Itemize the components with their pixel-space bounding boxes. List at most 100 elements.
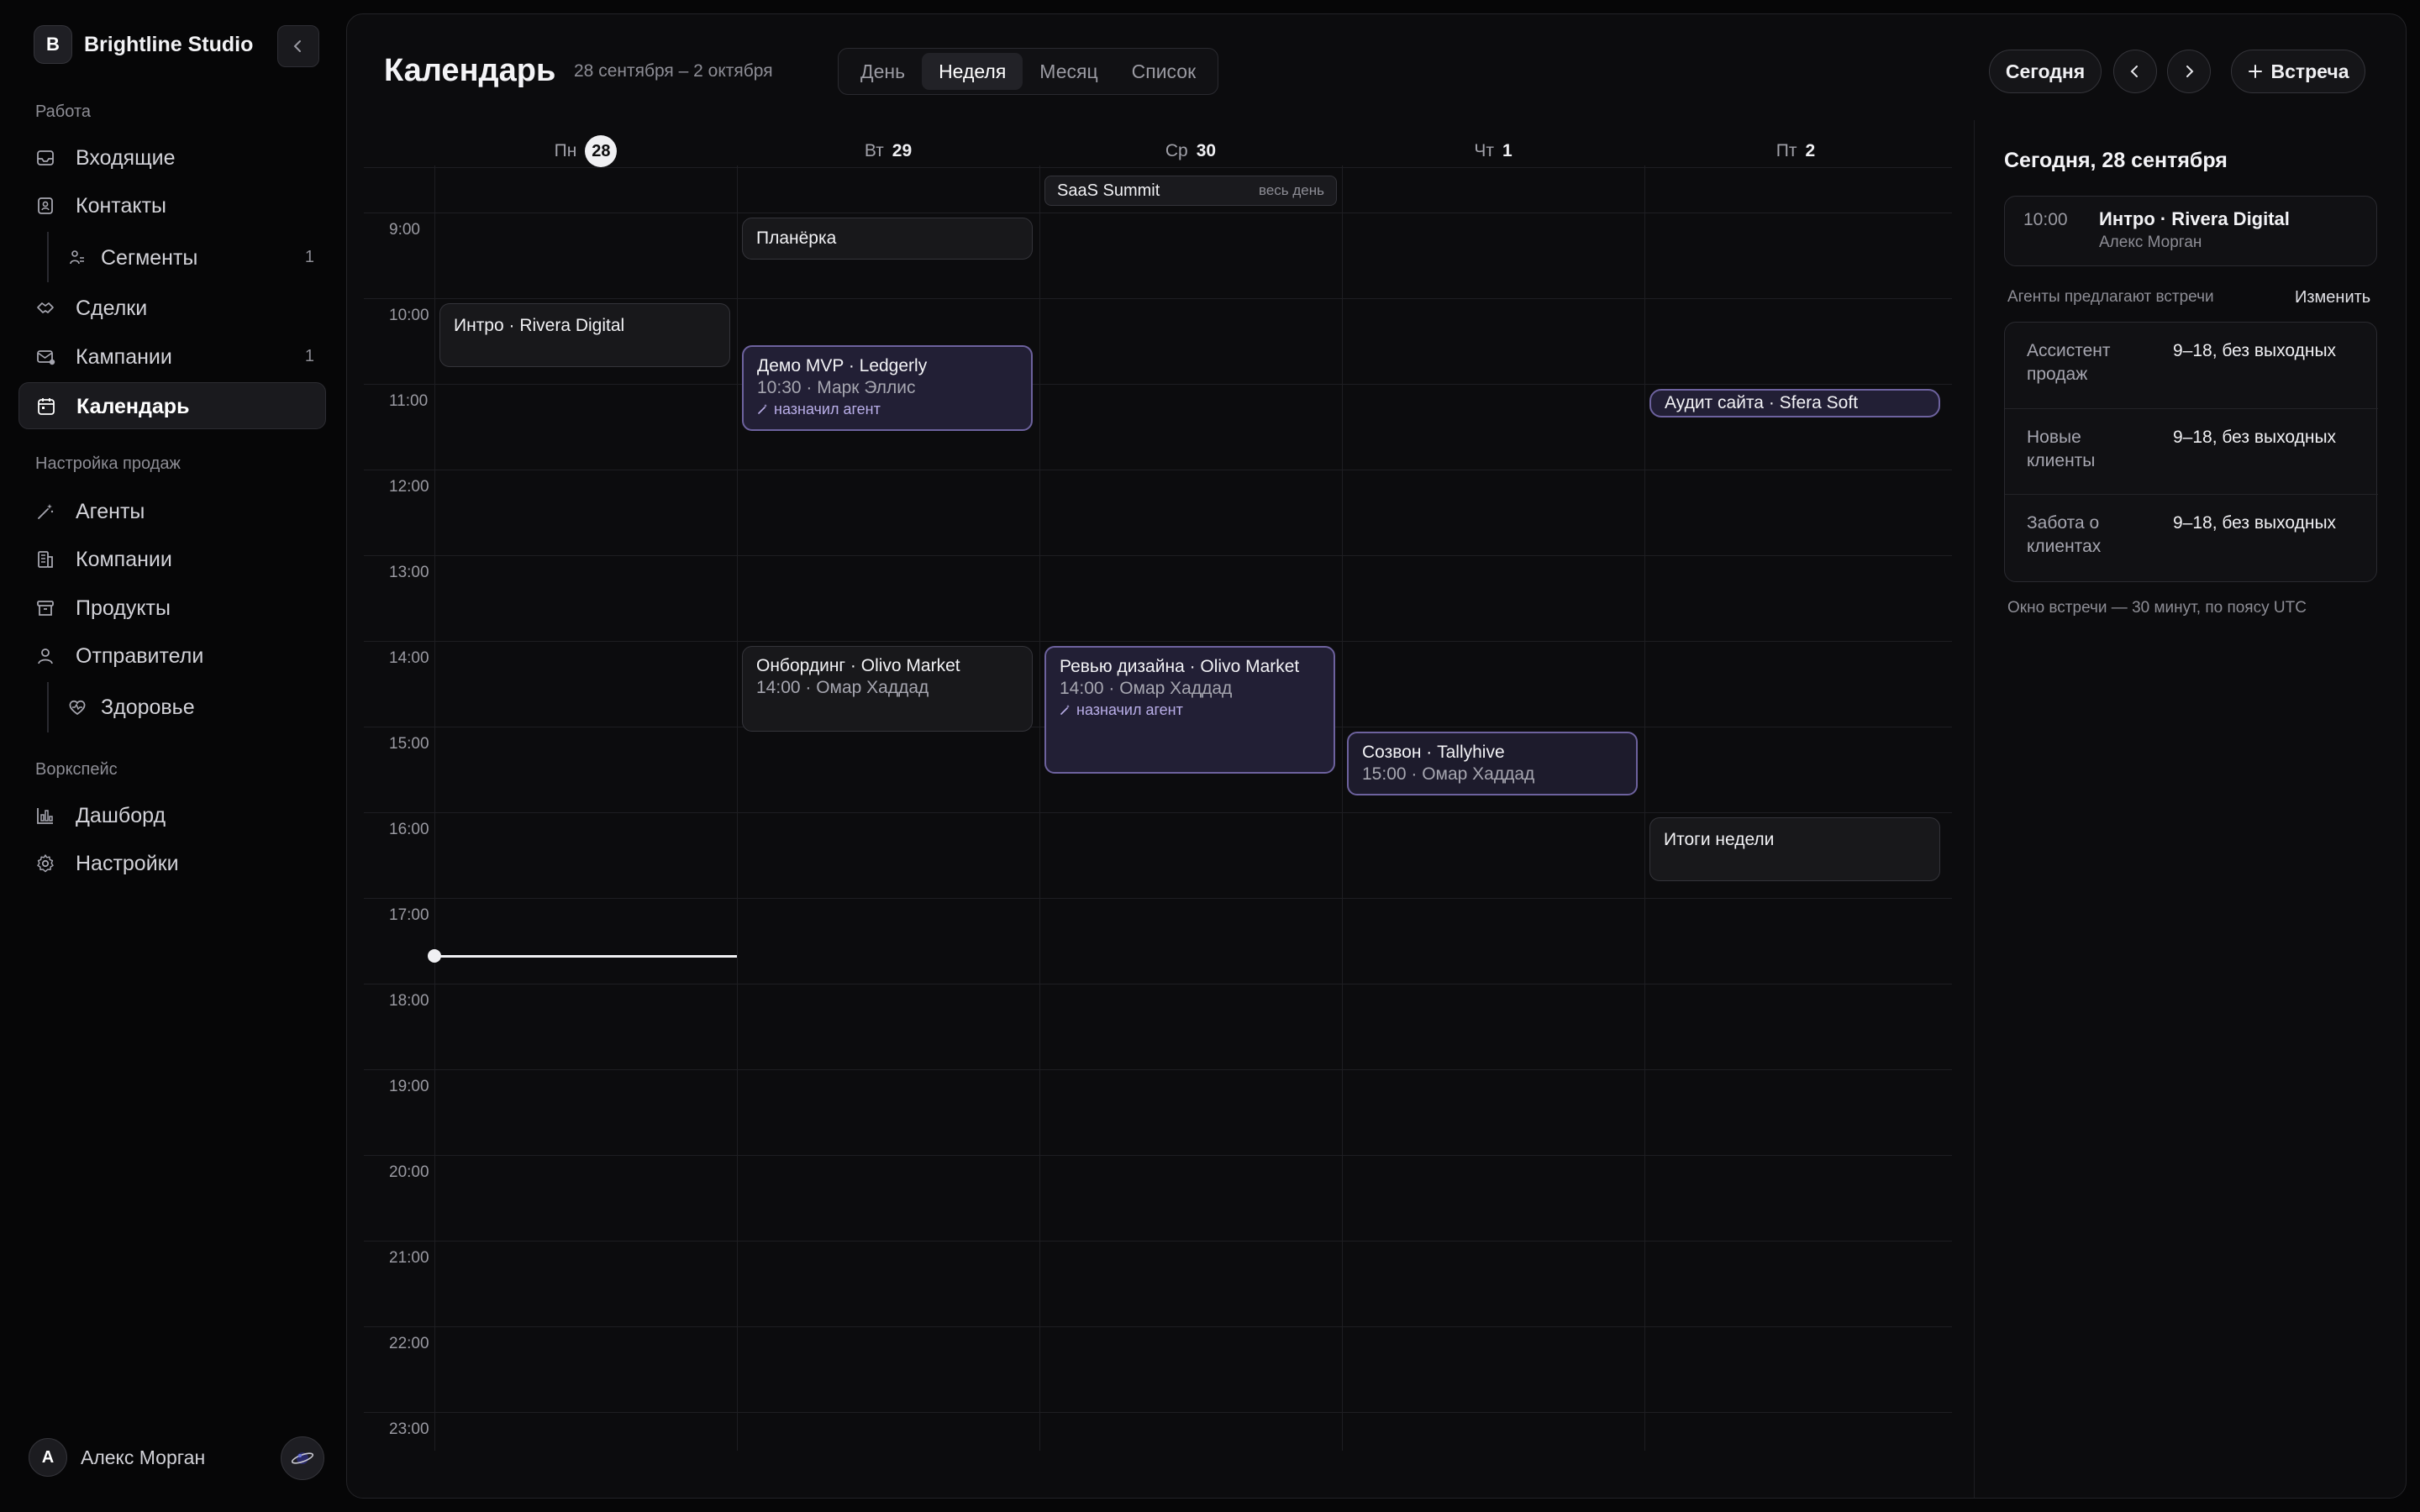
sidebar-item-agents[interactable]: Агенты xyxy=(18,488,326,535)
grid-line xyxy=(364,1326,1952,1327)
agent-badge: назначил агент xyxy=(757,399,1018,419)
grid-line xyxy=(364,298,1952,299)
agent-schedule-row[interactable]: Новые клиенты 9–18, без выходных xyxy=(2005,408,2378,494)
grid-column-line xyxy=(1039,165,1040,1451)
event-title: Интро · Rivera Digital xyxy=(454,316,625,335)
planet-icon xyxy=(291,1452,314,1464)
hour-label: 17:00 xyxy=(389,906,429,924)
sidebar-item-deals[interactable]: Сделки xyxy=(18,285,326,332)
sidebar-item-label: Отправители xyxy=(76,644,204,668)
heart-pulse-icon xyxy=(69,700,86,716)
day-name: Пт xyxy=(1776,141,1797,160)
sidebar-item-inbox[interactable]: Входящие xyxy=(18,134,326,181)
day-header-wed[interactable]: Ср 30 xyxy=(1039,137,1342,165)
sidebar: B Brightline Studio Работа Входящие Конт… xyxy=(0,0,345,1512)
event-pill-agent[interactable]: Аудит сайта · Sfera Soft xyxy=(1649,389,1940,417)
event-title: Ревью дизайна · Olivo Market xyxy=(1060,657,1300,676)
hour-label: 13:00 xyxy=(389,564,429,581)
user-profile[interactable]: A Алекс Морган xyxy=(29,1438,205,1477)
day-number: 30 xyxy=(1196,141,1217,160)
next-week-button[interactable] xyxy=(2167,50,2211,93)
hour-label: 20:00 xyxy=(389,1163,429,1181)
event-card-agent[interactable]: Демо MVP · Ledgerly 10:30 · Марк Эллис н… xyxy=(742,345,1033,431)
inbox-icon xyxy=(37,150,54,165)
sidebar-item-health[interactable]: Здоровье xyxy=(18,684,326,731)
event-card[interactable]: Интро · Rivera Digital xyxy=(439,303,730,367)
hour-label: 19:00 xyxy=(389,1078,429,1095)
new-meeting-button[interactable]: Встреча xyxy=(2231,50,2365,93)
grid-column-line xyxy=(737,165,738,1451)
tab-month[interactable]: Месяц xyxy=(1023,53,1114,90)
hour-label: 12:00 xyxy=(389,478,429,496)
segments-count-badge: 1 xyxy=(304,248,314,266)
day-header-thu[interactable]: Чт 1 xyxy=(1342,137,1644,165)
event-card-agent[interactable]: Созвон · Tallyhive 15:00 · Омар Хаддад xyxy=(1347,732,1638,795)
sidebar-item-segments[interactable]: Сегменты 1 xyxy=(18,234,326,281)
sidebar-item-calendar[interactable]: Календарь xyxy=(18,382,326,429)
collapse-sidebar-button[interactable] xyxy=(277,25,319,67)
grid-line xyxy=(364,812,1952,813)
day-header-tue[interactable]: Вт 29 xyxy=(737,137,1039,165)
sidebar-item-label: Сделки xyxy=(76,297,148,320)
sidebar-item-settings[interactable]: Настройки xyxy=(18,840,326,887)
hour-label: 22:00 xyxy=(389,1335,429,1352)
agent-schedule-row[interactable]: Ассистент продаж 9–18, без выходных xyxy=(2005,323,2378,408)
brand[interactable]: B Brightline Studio xyxy=(34,25,253,64)
hour-label: 11:00 xyxy=(389,392,429,410)
day-header-mon[interactable]: Пн 28 xyxy=(434,135,737,167)
sidebar-item-products[interactable]: Продукты xyxy=(18,585,326,632)
day-header-fri[interactable]: Пт 2 xyxy=(1644,137,1947,165)
tab-day[interactable]: День xyxy=(844,53,922,90)
gear-icon xyxy=(37,854,54,873)
agent-schedule-row[interactable]: Забота о клиентах 9–18, без выходных xyxy=(2005,494,2378,580)
chevron-left-icon xyxy=(293,40,301,52)
theme-toggle-button[interactable] xyxy=(281,1436,324,1480)
chevron-left-icon xyxy=(2130,66,2138,77)
agent-hours: 9–18, без выходных xyxy=(2173,513,2337,533)
day-number: 2 xyxy=(1805,141,1816,160)
week-grid: Пн 28 Вт 29 Ср 30 Чт 1 Пт 2 9:00 10:00 1… xyxy=(364,120,1952,1464)
event-subtitle: 15:00 · Омар Хаддад xyxy=(1362,764,1535,784)
agent-hours: 9–18, без выходных xyxy=(2173,341,2337,360)
grid-line xyxy=(364,898,1952,899)
event-title: Созвон · Tallyhive xyxy=(1362,743,1505,762)
hour-label: 10:00 xyxy=(389,307,429,324)
sidebar-item-label: Дашборд xyxy=(76,804,166,827)
sidebar-item-campaigns[interactable]: Кампании 1 xyxy=(18,333,326,381)
meeting-window-note: Окно встречи — 30 минут, по поясу UTC xyxy=(2007,599,2307,617)
day-number-today: 28 xyxy=(585,135,618,167)
grid-line xyxy=(364,167,1952,168)
event-card[interactable]: Планёрка xyxy=(742,218,1033,260)
hour-label: 16:00 xyxy=(389,821,429,838)
today-event-owner: Алекс Морган xyxy=(2099,234,2202,251)
hour-label: 14:00 xyxy=(389,649,429,667)
event-card[interactable]: Онбординг · Olivo Market 14:00 · Омар Ха… xyxy=(742,646,1033,732)
wand-icon xyxy=(38,504,54,519)
day-name: Ср xyxy=(1165,141,1188,160)
sidebar-item-senders[interactable]: Отправители xyxy=(18,633,326,680)
today-button[interactable]: Сегодня xyxy=(1989,50,2102,93)
event-card-agent[interactable]: Ревью дизайна · Olivo Market 14:00 · Ома… xyxy=(1044,646,1335,774)
sidebar-item-contacts[interactable]: Контакты xyxy=(18,182,326,229)
box-icon xyxy=(37,601,54,616)
allday-event[interactable]: SaaS Summit весь день xyxy=(1044,176,1337,206)
user-name: Алекс Морган xyxy=(81,1446,206,1468)
prev-week-button[interactable] xyxy=(2113,50,2157,93)
sidebar-item-dashboard[interactable]: Дашборд xyxy=(18,792,326,839)
event-subtitle: 10:30 · Марк Эллис xyxy=(757,378,916,397)
edit-agents-link[interactable]: Изменить xyxy=(2295,288,2370,307)
grid-column-line xyxy=(434,165,435,1451)
sidebar-item-companies[interactable]: Компании xyxy=(18,536,326,583)
sidebar-item-label: Настройки xyxy=(76,852,179,875)
tab-week[interactable]: Неделя xyxy=(922,53,1023,90)
tab-list[interactable]: Список xyxy=(1115,53,1213,90)
section-title-sales-setup: Настройка продаж xyxy=(35,454,181,473)
event-card[interactable]: Итоги недели xyxy=(1649,817,1940,881)
grid-line xyxy=(364,1412,1952,1413)
agent-badge: назначил агент xyxy=(1060,700,1320,720)
sidebar-item-label: Календарь xyxy=(76,395,190,418)
brand-name: Brightline Studio xyxy=(84,32,254,56)
today-event-card[interactable]: 10:00 Интро · Rivera Digital Алекс Морга… xyxy=(2004,196,2377,266)
avatar: A xyxy=(29,1438,67,1477)
hour-label: 9:00 xyxy=(389,221,420,239)
